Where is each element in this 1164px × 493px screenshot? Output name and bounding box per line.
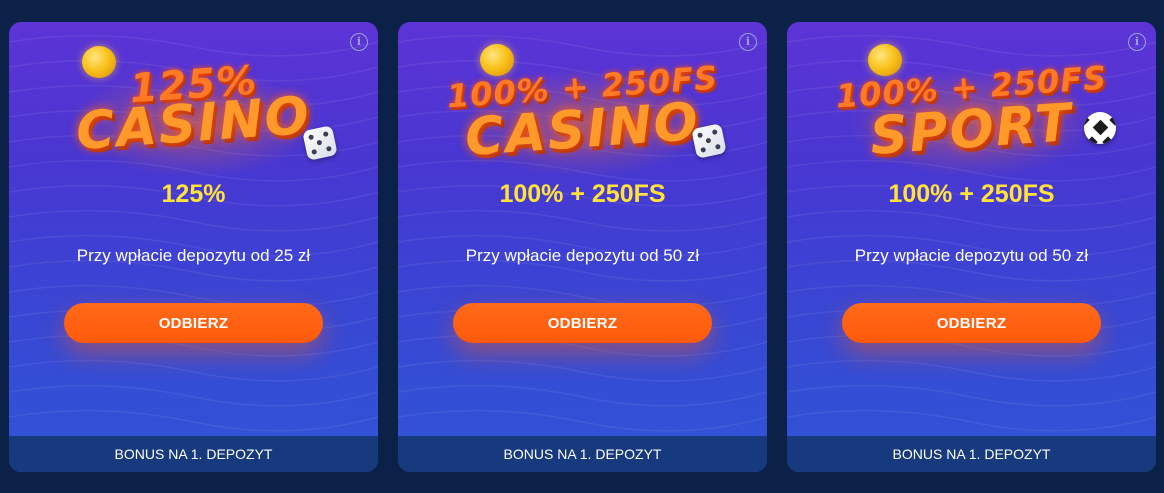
bonus-logo: 100% + 250FS CASINO (398, 44, 767, 188)
bonus-amount: 100% + 250FS (888, 180, 1055, 208)
bonus-description: Przy wpłacie depozytu od 50 zł (854, 246, 1089, 265)
bonus-footer-label: BONUS NA 1. DEPOZYT (9, 436, 378, 472)
bonus-description: Przy wpłacie depozytu od 50 zł (465, 246, 700, 265)
bonus-amount: 100% + 250FS (499, 180, 666, 208)
claim-button[interactable]: ODBIERZ (64, 303, 323, 343)
bonus-card-casino-100-250fs: i 100% + 250FS CASINO 100% + 250FS Przy … (398, 22, 767, 472)
dice-icon (691, 123, 727, 159)
claim-button[interactable]: ODBIERZ (842, 303, 1101, 343)
bonus-footer-label: BONUS NA 1. DEPOZYT (787, 436, 1156, 472)
claim-button[interactable]: ODBIERZ (453, 303, 712, 343)
dice-icon (302, 125, 338, 161)
bonus-card-sport-100-250fs: i 100% + 250FS SPORT 100% + 250FS Przy w… (787, 22, 1156, 472)
bonus-amount: 125% (161, 180, 226, 208)
bonus-logo: 125% CASINO (9, 46, 378, 188)
soccer-ball-icon (1084, 112, 1116, 144)
coin-icon (480, 44, 514, 76)
bonus-description: Przy wpłacie depozytu od 25 zł (76, 246, 311, 265)
bonus-card-casino-125: i 125% CASINO 125% Przy wpłacie depozytu… (9, 22, 378, 472)
bonus-footer-label: BONUS NA 1. DEPOZYT (398, 436, 767, 472)
coin-icon (868, 44, 902, 76)
bonus-logo: 100% + 250FS SPORT (787, 44, 1156, 188)
bonus-cards: i 125% CASINO 125% Przy wpłacie depozytu… (9, 22, 1159, 472)
